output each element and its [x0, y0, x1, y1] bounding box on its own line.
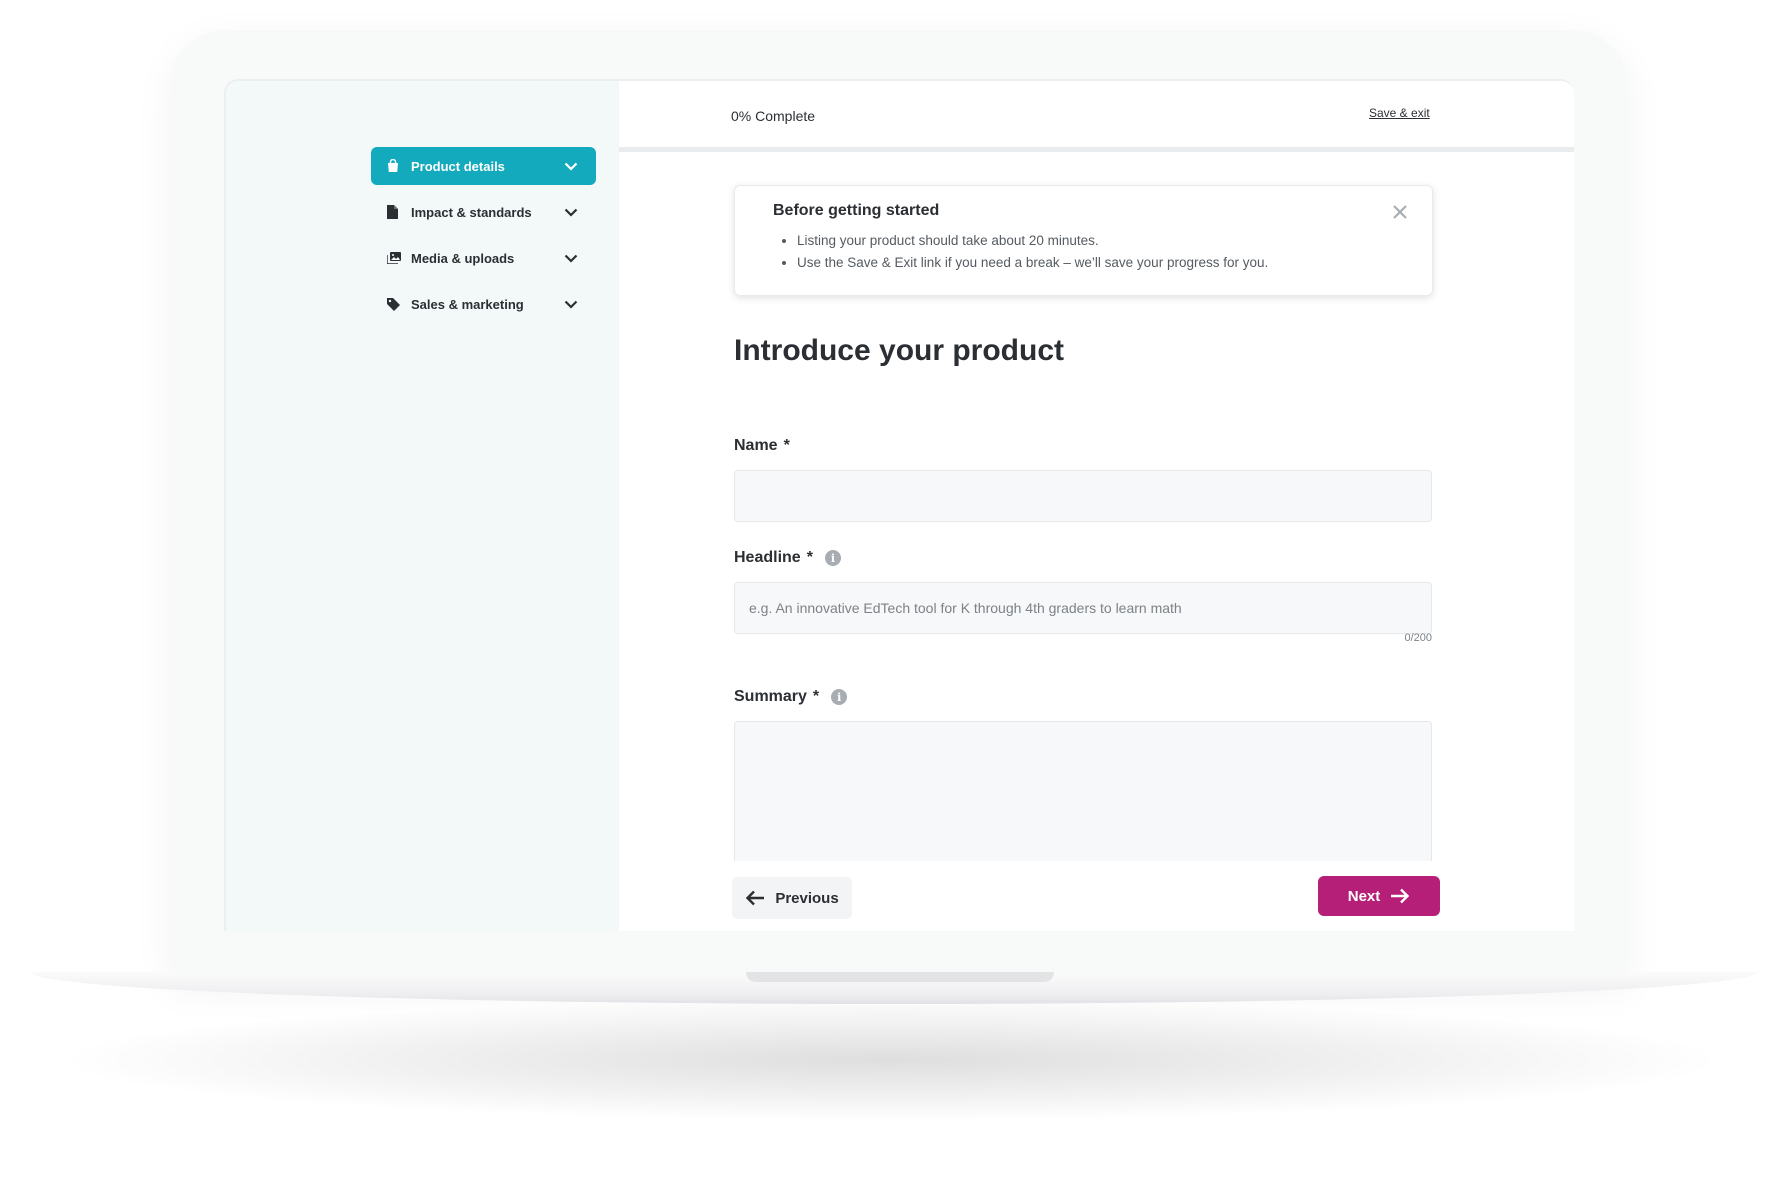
name-label: Name * — [734, 437, 790, 455]
required-marker: * — [783, 437, 790, 454]
required-marker: * — [806, 549, 813, 566]
laptop-screen: Product details Impact & standards Media — [224, 79, 1574, 931]
next-button-label: Next — [1347, 887, 1381, 905]
sidebar-item-label: Product details — [411, 158, 505, 174]
chevron-down-icon[interactable] — [562, 203, 580, 221]
previous-button[interactable]: Previous — [732, 877, 852, 919]
shopping-bag-icon — [387, 158, 403, 174]
save-exit-link[interactable]: Save & exit — [1369, 106, 1430, 120]
sidebar-item-impact-standards[interactable]: Impact & standards — [371, 193, 596, 231]
headline-label: Headline * i — [734, 549, 841, 567]
page-title: Introduce your product — [734, 334, 1064, 367]
sidebar-item-label: Impact & standards — [411, 204, 532, 220]
summary-label-text: Summary — [734, 688, 807, 705]
chevron-down-icon[interactable] — [562, 249, 580, 267]
top-bar: 0% Complete Save & exit — [619, 81, 1574, 149]
laptop-shadow — [70, 1000, 1710, 1120]
name-label-text: Name — [734, 437, 778, 454]
laptop-notch — [746, 972, 1054, 982]
required-marker: * — [812, 688, 820, 705]
sidebar-item-product-details[interactable]: Product details — [371, 147, 596, 185]
notice-list: Listing your product should take about 2… — [773, 230, 1394, 274]
main-content: 0% Complete Save & exit Before getting s… — [619, 81, 1574, 931]
document-icon — [387, 204, 403, 220]
notice-bullet: Use the Save & Exit link if you need a b… — [797, 252, 1394, 274]
previous-button-label: Previous — [775, 889, 839, 907]
images-icon — [387, 250, 403, 266]
info-notice: Before getting started Listing your prod… — [734, 185, 1433, 296]
info-icon[interactable]: i — [831, 689, 848, 705]
info-icon[interactable]: i — [824, 550, 841, 566]
notice-bullet: Listing your product should take about 2… — [797, 230, 1394, 252]
summary-label: Summary * i — [734, 688, 848, 706]
tag-icon — [387, 296, 403, 312]
sidebar-item-media-uploads[interactable]: Media & uploads — [371, 239, 596, 277]
sidebar: Product details Impact & standards Media — [226, 81, 619, 931]
name-field[interactable] — [734, 470, 1432, 522]
sidebar-item-label: Sales & marketing — [411, 296, 524, 312]
notice-title: Before getting started — [773, 202, 940, 219]
sidebar-item-label: Media & uploads — [411, 250, 515, 266]
progress-label: 0% Complete — [731, 108, 816, 124]
close-icon[interactable] — [1392, 204, 1410, 222]
laptop-mockup: Product details Impact & standards Media — [0, 0, 1787, 1204]
arrow-left-icon — [746, 890, 765, 906]
headline-label-text: Headline — [734, 549, 801, 566]
next-button[interactable]: Next — [1318, 876, 1440, 916]
chevron-down-icon[interactable] — [562, 295, 580, 313]
summary-field[interactable] — [734, 721, 1432, 881]
sidebar-item-sales-marketing[interactable]: Sales & marketing — [371, 285, 596, 323]
arrow-right-icon — [1391, 888, 1410, 904]
progress-bar — [619, 147, 1574, 152]
chevron-down-icon[interactable] — [562, 157, 580, 175]
headline-field[interactable] — [734, 582, 1432, 634]
headline-char-counter: 0/200 — [1404, 632, 1432, 644]
